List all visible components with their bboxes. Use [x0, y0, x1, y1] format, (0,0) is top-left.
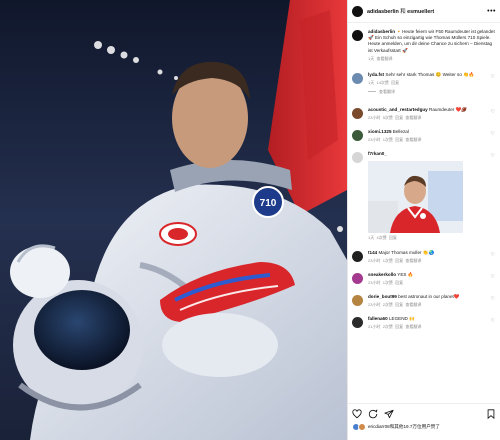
- reply-button[interactable]: 回复: [395, 115, 403, 120]
- astronaut-illustration: 710: [0, 0, 347, 440]
- avatar[interactable]: [352, 30, 363, 41]
- avatar: [358, 423, 366, 431]
- comments-panel: adidasberlin 和 esmuellert ••• adidasberl…: [347, 0, 500, 440]
- avatar[interactable]: [352, 130, 363, 142]
- share-icon[interactable]: [384, 409, 394, 419]
- heart-icon[interactable]: ♡: [491, 252, 495, 258]
- heart-icon[interactable]: ♡: [491, 109, 495, 115]
- post-header: adidasberlin 和 esmuellert •••: [348, 0, 500, 23]
- list-item: sneakerkollo YES 🔥 23小时 1次赞 回复 ♡: [348, 272, 500, 286]
- avatar[interactable]: [352, 250, 363, 262]
- reply-button[interactable]: 回复: [395, 324, 403, 329]
- translate-link[interactable]: 查看翻译: [376, 56, 392, 61]
- heart-icon[interactable]: ♡: [491, 274, 495, 280]
- list-item: fallena60 LEGEND 🙌 21小时 2次赞 回复 查看翻译 ♡: [348, 316, 500, 330]
- avatar[interactable]: [352, 295, 363, 307]
- reply-button[interactable]: 回复: [389, 235, 397, 240]
- view-replies[interactable]: 查看翻译: [368, 89, 500, 95]
- heart-icon[interactable]: ♡: [491, 318, 495, 324]
- list-item: acoustic_and_restartedguy Raumdeuter ❤️🏈…: [348, 107, 500, 121]
- svg-text:710: 710: [260, 198, 277, 209]
- heart-icon[interactable]: ♡: [491, 296, 495, 302]
- avatar[interactable]: [352, 272, 363, 284]
- reply-button[interactable]: 回复: [395, 302, 403, 307]
- reply-button[interactable]: 回复: [395, 280, 403, 285]
- comment-icon[interactable]: [368, 409, 378, 419]
- heart-icon[interactable]: [352, 409, 362, 419]
- post-image: 710: [0, 0, 347, 440]
- avatar[interactable]: [352, 108, 363, 120]
- avatar[interactable]: [352, 152, 363, 164]
- bookmark-icon[interactable]: [486, 409, 496, 419]
- gif-image: [368, 160, 463, 233]
- reply-button[interactable]: 回复: [395, 258, 403, 263]
- reply-button[interactable]: 回复: [391, 80, 399, 85]
- caption: adidasberlin 🔸Heute feiern wir F50 Raumd…: [348, 23, 500, 62]
- list-item: xiomi.1325 Bellezal 23小时 1次赞 回复 查看翻译 ♡: [348, 129, 500, 143]
- more-icon[interactable]: •••: [487, 8, 496, 15]
- heart-icon[interactable]: ♡: [491, 153, 495, 159]
- list-item: lyda.fst Sehr sehr stark Thomas 😊 Weiter…: [348, 72, 500, 86]
- list-item: dorie_bout99 best astronaut in our plane…: [348, 294, 500, 308]
- comment-feed[interactable]: adidasberlin 🔸Heute feiern wir F50 Raumd…: [348, 23, 500, 404]
- reply-button[interactable]: 回复: [395, 137, 403, 142]
- post-authors[interactable]: adidasberlin 和 esmuellert: [367, 7, 434, 15]
- heart-icon[interactable]: ♡: [491, 74, 495, 80]
- avatar[interactable]: [352, 317, 363, 329]
- caption-user: adidasberlin: [368, 29, 396, 34]
- list-item: t144 Major Thomas muller 👏🌏 23小时 1次赞 回复 …: [348, 250, 500, 264]
- avatar[interactable]: [352, 5, 363, 17]
- carousel-dot[interactable]: [337, 226, 343, 232]
- likes-summary[interactable]: ericdiarr08和其他19.7万位用户赞了: [348, 420, 500, 431]
- list-item: f7rkan0_ 1天 4次赞 回复 ♡: [348, 151, 500, 240]
- heart-icon[interactable]: ♡: [491, 131, 495, 137]
- avatar[interactable]: [352, 72, 363, 84]
- likes-text: ericdiarr08和其他19.7万位用户赞了: [368, 424, 440, 429]
- post-actions: ericdiarr08和其他19.7万位用户赞了: [348, 403, 500, 440]
